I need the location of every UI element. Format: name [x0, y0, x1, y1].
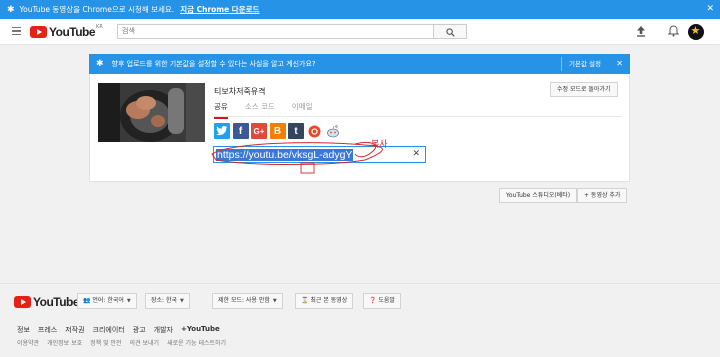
tumblr-icon[interactable]: t [288, 123, 304, 139]
search-button[interactable] [434, 24, 467, 39]
hourglass-icon: ⌛ [301, 297, 311, 304]
copy-annotation: 복사 [371, 140, 388, 150]
restricted-mode-label: 제한 모드: 사용 안함 [218, 297, 270, 304]
reddit-icon[interactable] [325, 123, 341, 139]
star-icon: ✱ [96, 59, 104, 69]
help-button[interactable]: ❓ 도움말 [363, 293, 401, 309]
region-label: KR [96, 24, 103, 30]
history-button[interactable]: ⌛ 최근 본 동영상 [295, 293, 354, 309]
play-icon [14, 296, 31, 308]
blogger-icon[interactable]: B [269, 123, 286, 139]
share-panel: 티보차저죽유격 수정 모드로 돌아가기 공유 소스 코드 이메일 f G+ B … [89, 74, 630, 182]
restricted-mode-button[interactable]: 제한 모드: 사용 안함 ▼ [212, 293, 283, 309]
footer-link[interactable]: 크리에이터 [93, 325, 125, 335]
avatar[interactable] [688, 24, 704, 40]
footer-link[interactable]: 의견 보내기 [130, 338, 160, 347]
footer-link[interactable]: +YouTube [181, 325, 220, 335]
twitter-icon[interactable] [214, 123, 230, 139]
footer-links: 정보 프레스 저작권 크리에이터 광고 개발자 +YouTube [17, 325, 228, 335]
chevron-down-icon: ▼ [272, 298, 277, 304]
footer-link[interactable]: 새로운 기능 테스트하기 [167, 338, 226, 347]
add-video-button[interactable]: + 동영상 추가 [577, 188, 628, 203]
footer-logo-text: YouTube [33, 295, 80, 309]
facebook-icon[interactable]: f [232, 123, 249, 139]
history-label: 최근 본 동영상 [310, 297, 348, 304]
promo-message: YouTube 동영상을 Chrome으로 시청해 보세요. [19, 5, 175, 14]
video-title: 티보차저죽유격 [214, 87, 266, 96]
menu-icon[interactable] [12, 27, 21, 35]
close-icon[interactable]: ✕ [616, 59, 623, 68]
play-icon [30, 26, 47, 38]
footer-links-secondary: 이용약관 개인정보 보호 정책 및 안전 의견 보내기 새로운 기능 테스트하기 [17, 338, 234, 347]
footer-link[interactable]: 개인정보 보호 [47, 338, 82, 347]
google-plus-icon[interactable]: G+ [251, 123, 267, 139]
logo-text: YouTube [49, 25, 96, 39]
footer-link[interactable]: 광고 [133, 325, 146, 335]
chrome-promo-bar: ✱ YouTube 동영상을 Chrome으로 시청해 보세요. 지금 Chro… [0, 0, 720, 19]
chevron-down-icon: ▼ [180, 298, 184, 304]
chevron-down-icon: ▼ [126, 298, 131, 304]
divider [214, 116, 622, 117]
language-icon: 👥 [83, 297, 93, 304]
footer-link[interactable]: 저작권 [65, 325, 84, 335]
footer-link[interactable]: 프레스 [38, 325, 57, 335]
youtube-studio-button[interactable]: YouTube 스튜디오(베타) [499, 188, 578, 203]
notifications-icon[interactable] [667, 25, 680, 39]
footer-link[interactable]: 정보 [17, 325, 30, 335]
search-icon [446, 28, 455, 37]
upload-defaults-notice: ✱ 향후 업로드를 위한 기본값을 설정할 수 있다는 사실을 알고 계신가요?… [89, 54, 630, 74]
clear-icon[interactable]: ✕ [412, 149, 420, 159]
back-to-edit-button[interactable]: 수정 모드로 돌아가기 [550, 82, 618, 97]
help-label: 도움말 [378, 297, 395, 304]
footer-link[interactable]: 정책 및 안전 [90, 338, 121, 347]
footer-link[interactable]: 개발자 [154, 325, 173, 335]
footer-link[interactable]: 이용약관 [17, 338, 39, 347]
share-url-text: https://youtu.be/vksgL-adygY [216, 149, 354, 161]
masthead: YouTube KR [0, 19, 720, 45]
search-input[interactable] [117, 24, 434, 39]
footer-logo[interactable]: YouTube [14, 295, 80, 309]
star-icon: ✱ [7, 4, 15, 15]
video-thumbnail[interactable] [98, 83, 205, 142]
location-label: 장소: 한국 [151, 297, 178, 304]
upload-icon[interactable] [636, 26, 646, 39]
stumbleupon-icon[interactable] [306, 123, 323, 139]
notice-message: 향후 업로드를 위한 기본값을 설정할 수 있다는 사실을 알고 계신가요? [111, 60, 316, 68]
help-icon: ❓ [369, 297, 379, 304]
social-share-buttons: f G+ B t [214, 123, 344, 139]
language-button[interactable]: 👥 언어: 한국어 ▼ [77, 293, 137, 309]
close-icon[interactable]: ✕ [706, 4, 714, 14]
set-defaults-button[interactable]: 기본값 설정 [561, 57, 608, 71]
share-url-field[interactable]: https://youtu.be/vksgL-adygY ✕ [213, 146, 426, 163]
location-button[interactable]: 장소: 한국 ▼ [145, 293, 190, 309]
download-chrome-link[interactable]: 지금 Chrome 다운로드 [180, 4, 259, 15]
youtube-logo[interactable]: YouTube KR [30, 24, 103, 39]
footer: YouTube 👥 언어: 한국어 ▼ 장소: 한국 ▼ 제한 모드: 사용 안함 ▼… [0, 283, 720, 357]
language-label: 언어: 한국어 [92, 297, 124, 304]
